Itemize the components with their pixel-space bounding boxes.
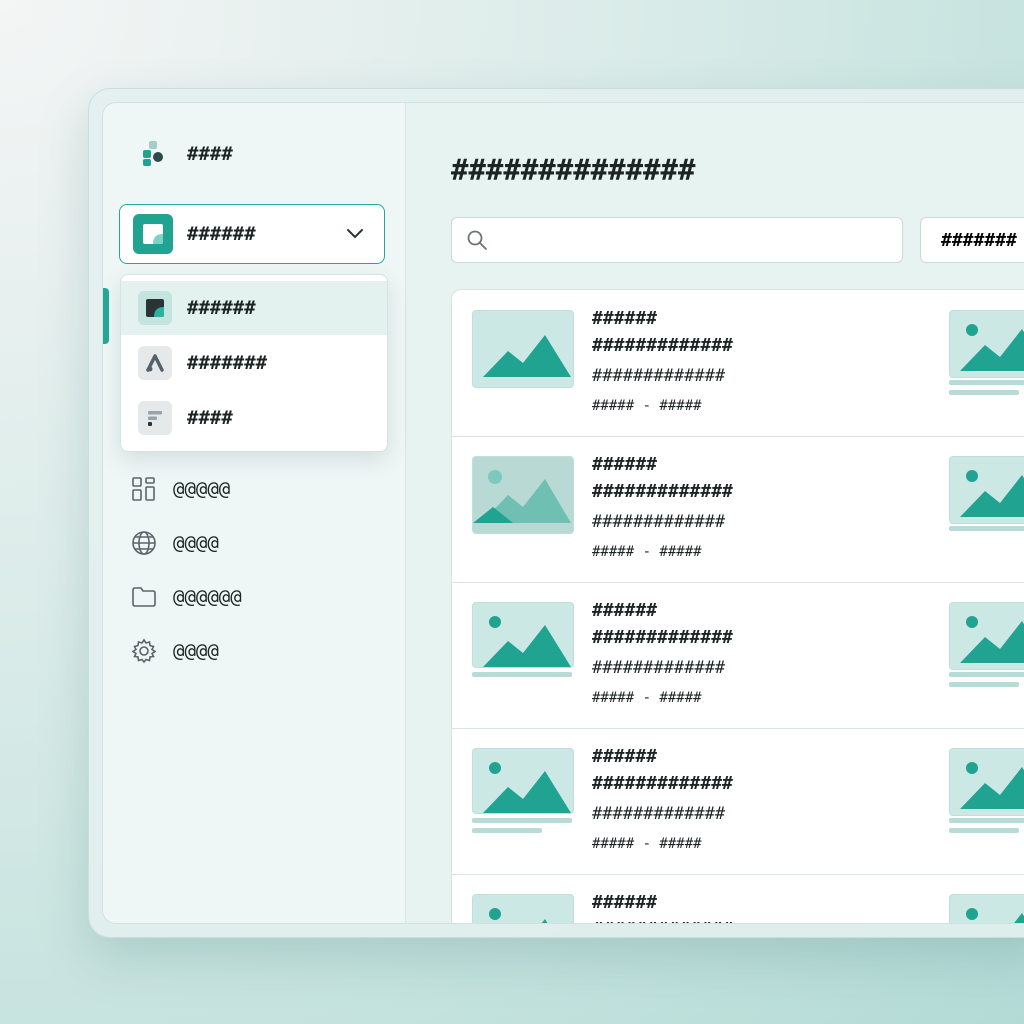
form-logo-icon <box>138 401 172 435</box>
item-subtitle: ############# <box>592 366 726 386</box>
brand[interactable]: #### <box>141 141 233 167</box>
item-title: ############# <box>592 335 733 356</box>
sidebar-item-files[interactable]: @@@@@@ <box>131 584 242 610</box>
a-logo-icon <box>138 346 172 380</box>
image-placeholder-icon <box>949 748 1024 816</box>
text-placeholder-line <box>949 380 1024 385</box>
image-placeholder-icon <box>472 894 574 923</box>
item-subtitle: ############# <box>592 658 726 678</box>
sidebar-item-settings[interactable]: @@@@ <box>131 638 219 664</box>
workspace-selected-label: ###### <box>187 223 256 245</box>
sidebar-item-label: @@@@@ <box>173 478 231 500</box>
image-placeholder-icon <box>472 748 574 814</box>
search-input[interactable] <box>488 217 902 263</box>
text-placeholder-line <box>949 390 1019 395</box>
item-meta: ##### - ##### <box>592 836 702 852</box>
item-meta: ##### - ##### <box>592 544 702 560</box>
image-placeholder-icon <box>949 456 1024 524</box>
text-placeholder-line <box>472 828 542 833</box>
text-placeholder-line <box>949 672 1024 677</box>
app-name: #### <box>187 143 233 165</box>
workspace-option[interactable]: ###### <box>121 281 387 335</box>
settings-icon <box>131 638 157 664</box>
workspace-select[interactable]: ###### <box>119 204 385 264</box>
text-placeholder-line <box>949 526 1024 531</box>
list-item[interactable]: ###### ############# ############# #####… <box>452 728 1024 875</box>
list-item[interactable]: ###### ############# ############# #####… <box>452 436 1024 583</box>
main-content: ############## ####### ###### ##########… <box>406 103 1024 923</box>
workspace-option-label: ###### <box>187 297 256 319</box>
image-placeholder-icon <box>949 894 1024 923</box>
item-meta: ##### - ##### <box>592 398 702 414</box>
active-indicator <box>103 288 109 344</box>
image-placeholder-icon <box>472 456 574 534</box>
sidebar: #### ###### ###### ####### #### @@@@@ @@… <box>103 103 406 923</box>
workspace-option-label: ####### <box>187 352 268 374</box>
item-label: ###### <box>592 746 658 767</box>
workspace-dropdown: ###### ####### #### <box>120 274 388 452</box>
square-logo-icon <box>138 291 172 325</box>
sidebar-item-dashboard[interactable]: @@@@@ <box>131 476 230 502</box>
item-meta: ##### - ##### <box>592 690 702 706</box>
filter-button[interactable]: ####### <box>920 217 1024 263</box>
item-title: ############# <box>592 627 733 648</box>
text-placeholder-line <box>949 818 1024 823</box>
item-label: ###### <box>592 892 658 913</box>
list-item[interactable]: ###### ############# <box>452 874 1024 923</box>
search-bar[interactable] <box>451 217 903 263</box>
item-subtitle: ############# <box>592 512 726 532</box>
text-placeholder-line <box>949 682 1019 687</box>
dashboard-icon <box>132 477 155 501</box>
text-placeholder-line <box>949 828 1019 833</box>
text-placeholder-line <box>472 672 572 677</box>
search-icon <box>467 230 487 250</box>
sidebar-item-label: @@@@ <box>173 640 219 662</box>
app-window: #### ###### ###### ####### #### @@@@@ @@… <box>88 88 1024 938</box>
sidebar-item-web[interactable]: @@@@ <box>131 530 219 556</box>
item-title: ############# <box>592 773 733 794</box>
item-title: ############# <box>592 481 733 502</box>
item-label: ###### <box>592 600 658 621</box>
list-item[interactable]: ###### ############# ############# #####… <box>452 290 1024 437</box>
sidebar-item-label: @@@@ <box>173 532 219 554</box>
image-placeholder-icon <box>949 310 1024 378</box>
image-placeholder-icon <box>472 310 574 388</box>
item-title: ############# <box>592 919 733 923</box>
workspace-option[interactable]: #### <box>121 391 387 445</box>
item-label: ###### <box>592 308 658 329</box>
chevron-down-icon <box>346 228 364 240</box>
item-list: ###### ############# ############# #####… <box>451 289 1024 923</box>
image-placeholder-icon <box>472 602 574 668</box>
item-subtitle: ############# <box>592 804 726 824</box>
item-label: ###### <box>592 454 658 475</box>
sidebar-item-label: @@@@@@ <box>173 586 242 608</box>
app-logo-icon <box>143 141 163 166</box>
app-frame: #### ###### ###### ####### #### @@@@@ @@… <box>102 102 1024 924</box>
folder-icon <box>132 587 156 607</box>
workspace-option[interactable]: ####### <box>121 336 387 390</box>
image-placeholder-icon <box>949 602 1024 670</box>
globe-icon <box>132 531 156 555</box>
page-title: ############## <box>451 153 696 187</box>
workspace-option-label: #### <box>187 407 233 429</box>
workspace-logo-icon <box>133 214 173 254</box>
list-item[interactable]: ###### ############# ############# #####… <box>452 582 1024 729</box>
text-placeholder-line <box>472 818 572 823</box>
